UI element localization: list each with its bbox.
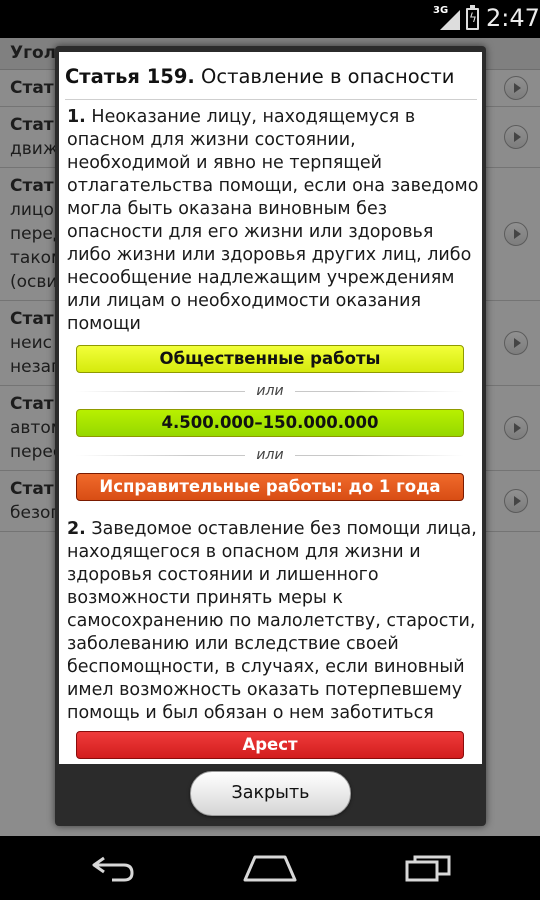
or-label: или <box>245 446 295 464</box>
paragraph-1-number: 1. <box>67 107 86 127</box>
home-icon[interactable] <box>242 854 298 882</box>
or-label: или <box>245 382 295 400</box>
article-number: Статья 159. <box>65 65 195 88</box>
title-divider <box>65 99 477 100</box>
signal-icon <box>440 10 460 30</box>
article-dialog: Статья 159. Оставление в опасности 1. Не… <box>55 46 486 826</box>
paragraph-2-number: 2. <box>67 519 86 539</box>
close-button[interactable]: Закрыть <box>190 771 351 816</box>
paragraph-2-text: Заведомое оставление без помощи лица, на… <box>67 519 477 723</box>
recent-apps-icon[interactable] <box>404 854 452 882</box>
penalty-arrest: Арест <box>76 731 464 759</box>
penalty-fine: 4.500.000–150.000.000 <box>76 409 464 437</box>
paragraph-2: 2. Заведомое оставление без помощи лица,… <box>67 518 479 725</box>
back-icon[interactable] <box>90 854 136 882</box>
article-title-text: Оставление в опасности <box>201 65 455 88</box>
or-separator: или <box>76 446 464 464</box>
paragraph-1: 1. Неоказание лицу, находящемуся в опасн… <box>67 106 479 336</box>
navigation-bar <box>0 836 540 900</box>
penalty-public-works: Общественные работы <box>76 345 464 373</box>
or-separator: или <box>76 382 464 400</box>
article-title: Статья 159. Оставление в опасности <box>65 65 477 88</box>
article-content[interactable]: Статья 159. Оставление в опасности 1. Не… <box>59 52 482 764</box>
battery-icon: ϟ <box>466 5 479 30</box>
status-bar: 3G ϟ 2:47 <box>0 0 540 38</box>
clock: 2:47 <box>486 4 540 32</box>
paragraph-1-text: Неоказание лицу, находящемуся в опасном … <box>67 107 479 334</box>
penalty-correctional-labor: Исправительные работы: до 1 года <box>76 473 464 501</box>
